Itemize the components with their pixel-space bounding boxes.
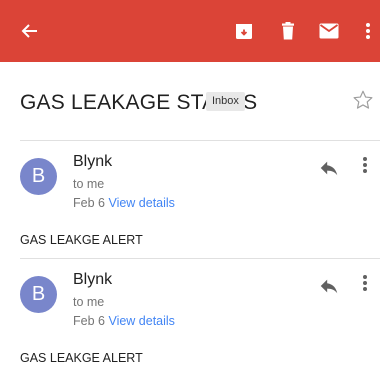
message-body: GAS LEAKGE ALERT <box>20 233 143 247</box>
message-item: B Blynk to me Feb 6 View details GAS LEA… <box>0 260 380 365</box>
sender-name: Blynk <box>73 271 113 288</box>
subject-row: GAS LEAKAGE STATUS Inbox <box>0 62 380 140</box>
date-line: Feb 6 View details <box>73 314 175 328</box>
delete-icon[interactable] <box>276 19 300 43</box>
message-more-icon[interactable] <box>362 156 374 178</box>
reply-icon[interactable] <box>318 275 340 297</box>
reply-icon[interactable] <box>318 157 340 179</box>
view-details-link[interactable]: View details <box>108 196 174 210</box>
inbox-label-chip[interactable]: Inbox <box>206 92 245 111</box>
recipient-text: to me <box>73 177 105 191</box>
message-date: Feb 6 <box>73 314 105 328</box>
archive-icon[interactable] <box>232 19 256 43</box>
more-vert-icon[interactable] <box>356 19 380 43</box>
app-toolbar <box>0 0 380 62</box>
divider <box>20 140 380 141</box>
message-body: GAS LEAKGE ALERT <box>20 351 143 365</box>
message-date: Feb 6 <box>73 196 105 210</box>
mark-unread-icon[interactable] <box>317 19 341 43</box>
view-details-link[interactable]: View details <box>108 314 174 328</box>
divider <box>20 258 380 259</box>
sender-avatar[interactable]: B <box>20 158 57 195</box>
back-arrow-icon[interactable] <box>17 19 41 43</box>
recipient-text: to me <box>73 295 105 309</box>
sender-name: Blynk <box>73 153 113 170</box>
message-item: B Blynk to me Feb 6 View details GAS LEA… <box>0 142 380 258</box>
message-more-icon[interactable] <box>362 274 374 296</box>
sender-avatar[interactable]: B <box>20 276 57 313</box>
date-line: Feb 6 View details <box>73 196 175 210</box>
star-outline-icon[interactable] <box>352 89 374 111</box>
